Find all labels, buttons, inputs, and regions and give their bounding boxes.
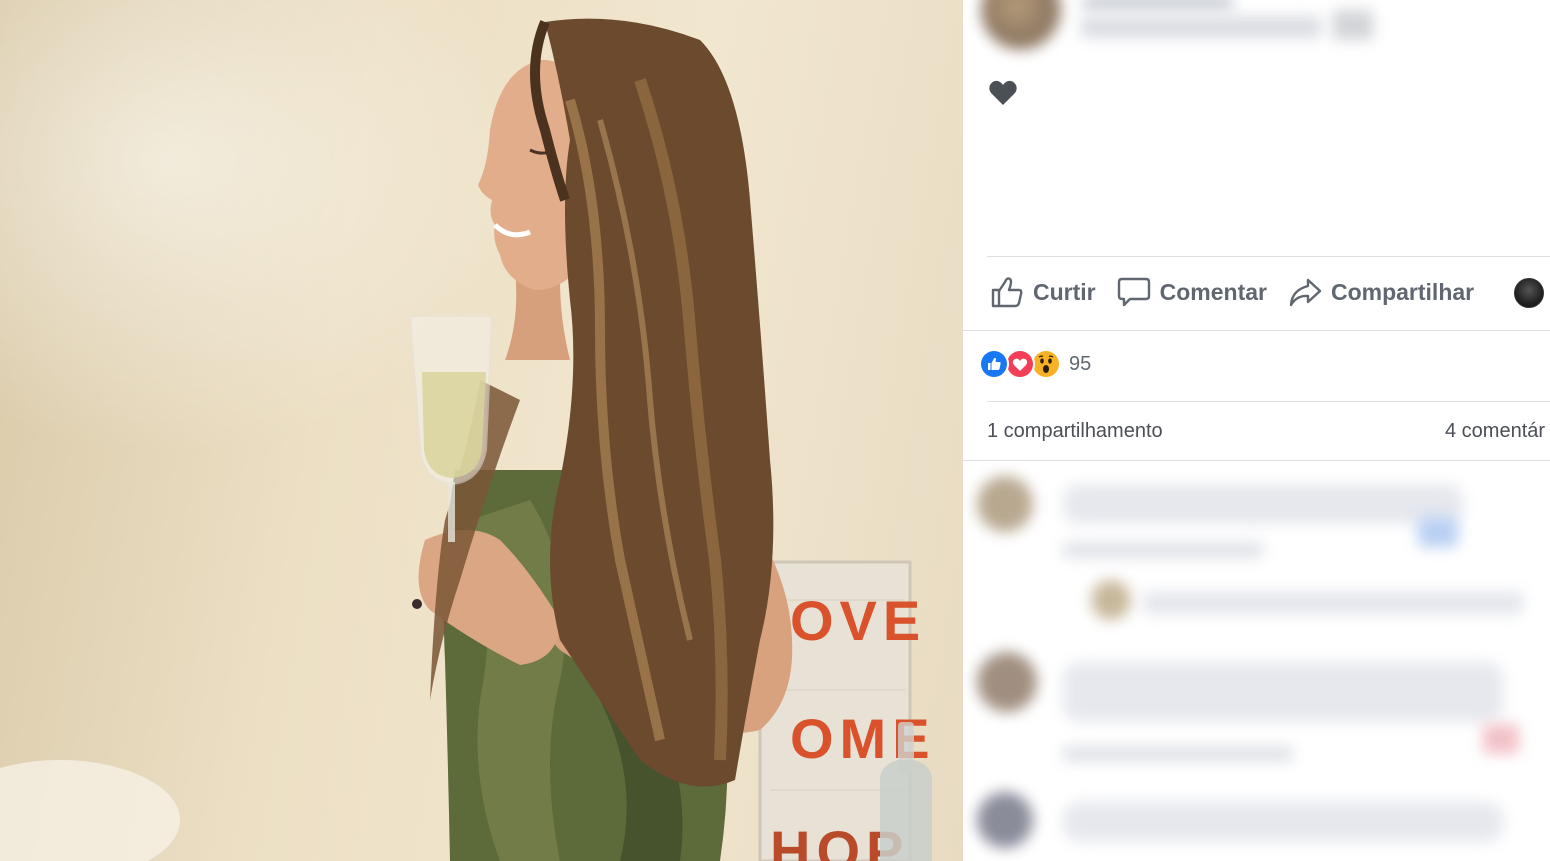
shares-count[interactable]: 1 compartilhamento xyxy=(987,420,1163,443)
comments-count[interactable]: 4 comentár xyxy=(1445,420,1545,443)
stats-divider xyxy=(987,401,1550,402)
heart-icon xyxy=(989,80,1017,105)
comment-label: Comentar xyxy=(1159,278,1267,305)
post-photo[interactable]: OVE OME HOP xyxy=(0,0,963,861)
share-label: Compartilhar xyxy=(1330,278,1475,305)
like-reaction-icon xyxy=(979,349,1009,379)
post-detail-panel: Curtir Comentar Compartilhar 95 1 compar… xyxy=(963,0,1550,861)
comment-bubble xyxy=(1063,484,1463,524)
thumbs-up-icon xyxy=(991,277,1023,308)
comment-bubble xyxy=(1063,802,1503,842)
acting-as-avatar[interactable] xyxy=(1514,278,1544,308)
post-meta xyxy=(1081,16,1321,38)
share-arrow-icon xyxy=(1289,278,1322,307)
comments-divider xyxy=(963,460,1550,461)
like-button[interactable]: Curtir xyxy=(989,274,1096,310)
sign-word-1: OVE xyxy=(790,589,926,652)
share-button[interactable]: Compartilhar xyxy=(1287,274,1474,310)
reactions-summary[interactable]: 95 xyxy=(979,349,1091,379)
commenter-avatar[interactable] xyxy=(977,476,1033,532)
person xyxy=(408,18,793,861)
comment-reaction-badge xyxy=(1418,517,1458,547)
author-name[interactable] xyxy=(1083,0,1233,10)
comment-meta xyxy=(1063,542,1263,558)
like-label: Curtir xyxy=(1033,278,1096,305)
comment-button[interactable]: Comentar xyxy=(1116,274,1267,310)
actions-divider-top xyxy=(987,256,1550,257)
action-bar: Curtir Comentar Compartilhar xyxy=(989,272,1494,312)
comments-list xyxy=(963,462,1550,861)
commenter-avatar[interactable] xyxy=(977,792,1033,848)
comment-reaction-badge xyxy=(1483,724,1519,754)
comment-bubble-icon xyxy=(1117,277,1150,307)
post-options[interactable] xyxy=(1333,10,1373,40)
comment-bubble xyxy=(1063,662,1503,722)
reply-avatar[interactable] xyxy=(1091,580,1131,620)
actions-divider-bottom xyxy=(963,330,1550,331)
reply-preview[interactable] xyxy=(1143,592,1523,614)
author-avatar[interactable] xyxy=(981,0,1061,50)
love-reaction-icon xyxy=(1005,349,1035,379)
commenter-avatar[interactable] xyxy=(977,652,1037,712)
photo-illustration: OVE OME HOP xyxy=(0,18,932,861)
wow-reaction-icon xyxy=(1031,349,1061,379)
comment-meta xyxy=(1063,746,1293,762)
reactions-count: 95 xyxy=(1069,352,1092,375)
